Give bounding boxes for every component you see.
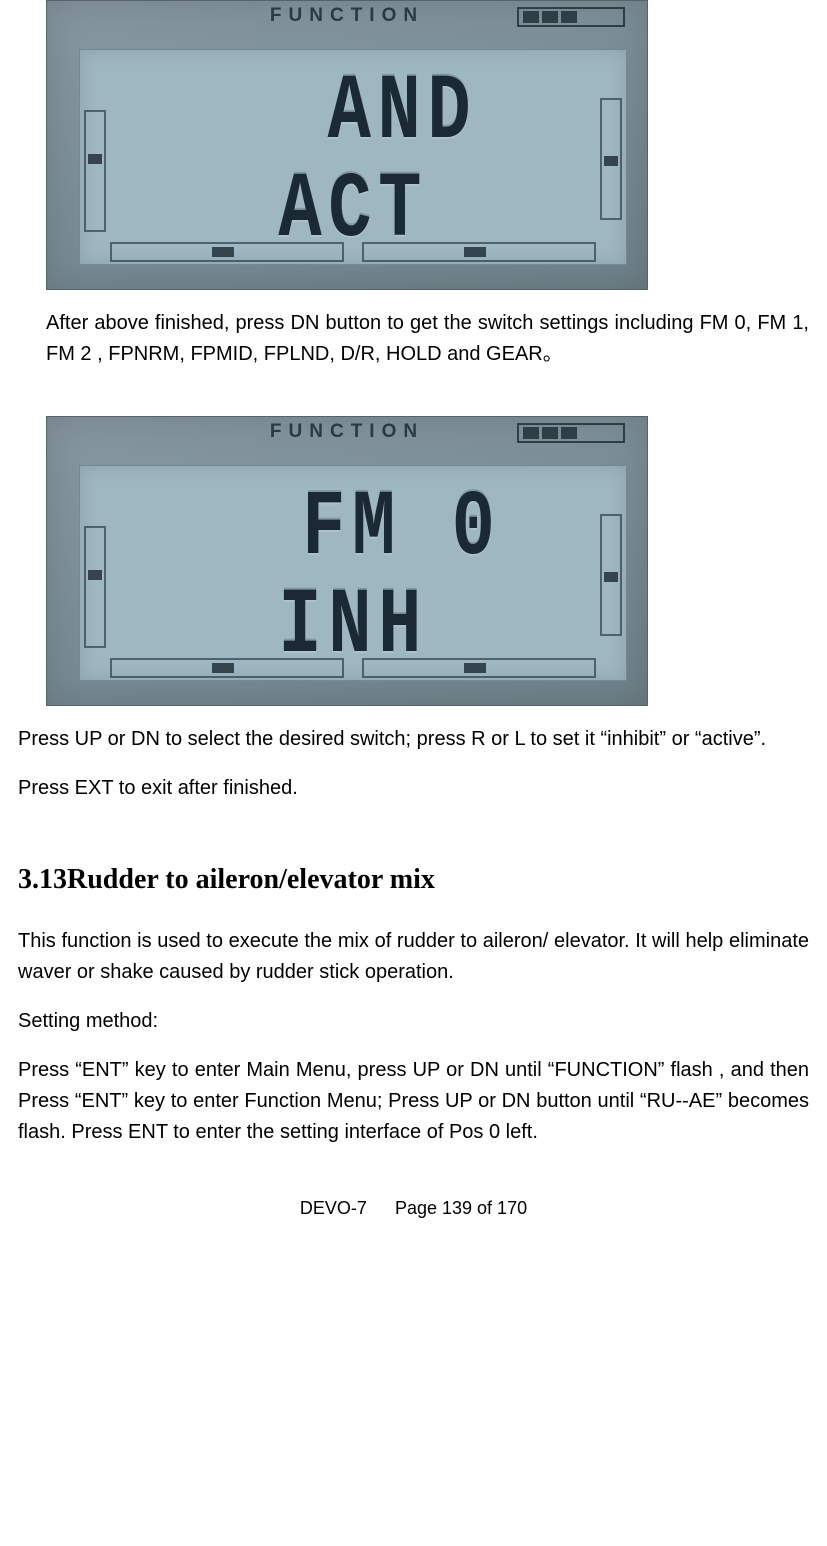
section-heading: 3.13Rudder to aileron/elevator mix <box>18 864 809 896</box>
lcd-function-label: FUNCTION <box>270 421 424 443</box>
lcd-line-1: AND <box>80 64 626 163</box>
paragraph-text: This function is used to execute the mix… <box>18 926 809 988</box>
lcd-line-1: FM 0 <box>80 480 626 579</box>
battery-cell <box>542 11 558 23</box>
battery-icon <box>517 423 625 443</box>
lcd-screen: FUNCTION FM 0 INH <box>46 416 648 706</box>
bottom-bar-right-icon <box>362 242 596 262</box>
lcd-text: AND <box>229 62 477 166</box>
lcd-photo-2: FUNCTION FM 0 INH <box>46 416 809 706</box>
bar-tick <box>212 247 234 257</box>
document-page: FUNCTION AND ACT After above finished, p… <box>0 0 827 1219</box>
paragraph-text: Press UP or DN to select the desired swi… <box>18 724 809 755</box>
bar-tick <box>212 663 234 673</box>
paragraph-text: After above finished, press DN button to… <box>46 308 809 370</box>
bottom-bar-right-icon <box>362 658 596 678</box>
paragraph-text: Press EXT to exit after finished. <box>18 773 809 804</box>
battery-cell <box>523 11 539 23</box>
battery-cell <box>561 11 577 23</box>
page-footer: DEVO-7 Page 139 of 170 <box>18 1198 809 1219</box>
battery-icon <box>517 7 625 27</box>
paragraph-text: Press “ENT” key to enter Main Menu, pres… <box>18 1055 809 1148</box>
paragraph-text: Setting method: <box>18 1006 809 1037</box>
lcd-inner: FM 0 INH <box>79 465 627 681</box>
battery-cell <box>561 427 577 439</box>
lcd-screen: FUNCTION AND ACT <box>46 0 648 290</box>
lcd-text: FM 0 <box>204 478 502 582</box>
lcd-inner: AND ACT <box>79 49 627 265</box>
footer-page-info: Page 139 of 170 <box>395 1198 527 1218</box>
bottom-bar-left-icon <box>110 242 344 262</box>
bar-tick <box>464 663 486 673</box>
footer-model: DEVO-7 <box>300 1198 367 1218</box>
battery-cell <box>523 427 539 439</box>
lcd-photo-1: FUNCTION AND ACT <box>46 0 809 290</box>
lcd-function-label: FUNCTION <box>270 5 424 27</box>
bottom-bar-left-icon <box>110 658 344 678</box>
bar-tick <box>464 247 486 257</box>
battery-cell <box>542 427 558 439</box>
